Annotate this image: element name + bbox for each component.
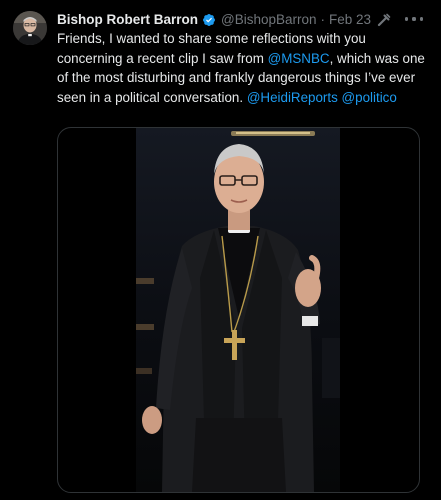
- tweet-text: Friends, I wanted to share some reflecti…: [57, 29, 435, 107]
- more-dot: [412, 17, 416, 21]
- tweet[interactable]: Bishop Robert Barron @BishopBarron · Feb…: [0, 0, 441, 500]
- author-handle[interactable]: @BishopBarron: [221, 10, 317, 29]
- author-name[interactable]: Bishop Robert Barron: [57, 10, 198, 29]
- video-frame[interactable]: [136, 128, 340, 492]
- video-still-image: [136, 131, 340, 492]
- mention-link[interactable]: @MSNBC: [268, 51, 330, 66]
- mention-link[interactable]: @politico: [342, 90, 397, 105]
- more-dot: [405, 17, 409, 21]
- more-dot: [419, 17, 423, 21]
- verified-badge-icon: [202, 13, 216, 27]
- grok-icon[interactable]: [377, 13, 391, 27]
- tweet-header: Bishop Robert Barron @BishopBarron · Feb…: [57, 10, 391, 29]
- video-player[interactable]: [57, 127, 420, 493]
- tweet-date[interactable]: Feb 23: [329, 10, 371, 29]
- avatar-image: [13, 11, 47, 45]
- separator-dot: ·: [320, 12, 326, 27]
- avatar[interactable]: [13, 11, 47, 45]
- mention-link[interactable]: @HeidiReports: [247, 90, 338, 105]
- more-options-icon[interactable]: [405, 13, 423, 25]
